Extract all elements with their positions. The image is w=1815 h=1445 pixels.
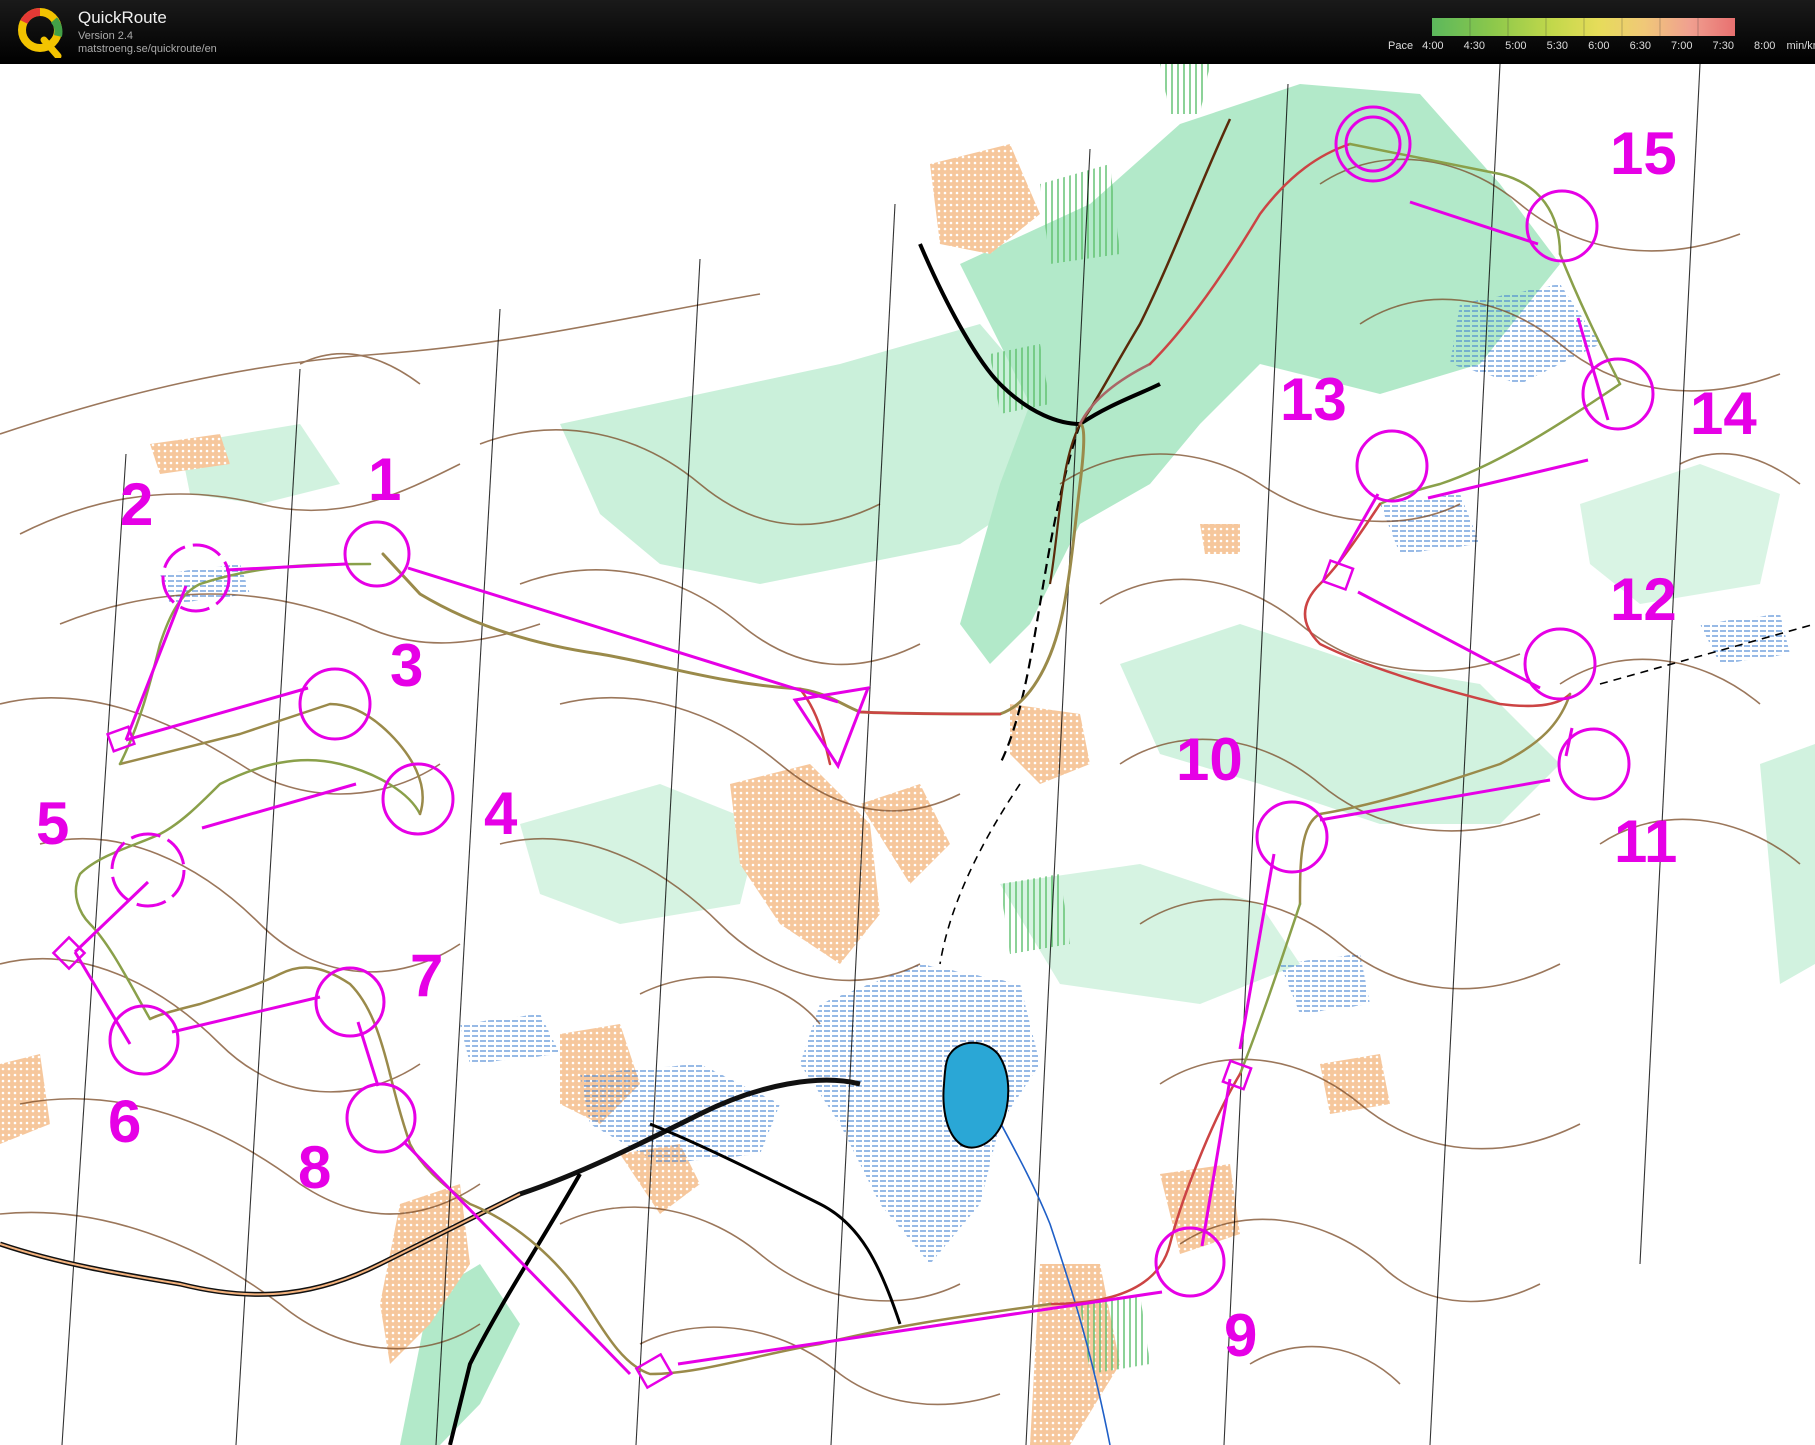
- pace-color-scale: [1432, 18, 1735, 36]
- control-number: 13: [1280, 366, 1347, 433]
- app-version: Version 2.4: [78, 30, 134, 42]
- pace-unit: min/km: [1786, 40, 1815, 52]
- pace-tick: 6:30: [1629, 40, 1651, 52]
- control-number: 11: [1614, 808, 1677, 875]
- pace-tick: 7:00: [1671, 40, 1693, 52]
- control-number: 12: [1610, 566, 1677, 633]
- lake: [942, 1041, 1010, 1149]
- pace-tick: 8:00: [1754, 40, 1776, 52]
- pace-scale-labels: Pace 4:00 4:30 5:00 5:30 6:00 6:30 7:00 …: [1388, 40, 1815, 52]
- control-number: 10: [1176, 726, 1243, 793]
- control-number: 1: [368, 446, 401, 513]
- quickroute-logo-icon: [18, 8, 63, 58]
- control-number: 2: [120, 471, 153, 538]
- pace-tick: 6:00: [1588, 40, 1610, 52]
- app-header: QuickRoute Version 2.4 matstroeng.se/qui…: [0, 0, 1815, 64]
- control-number: 7: [410, 942, 443, 1009]
- control-number: 6: [108, 1088, 141, 1155]
- control-number: 14: [1690, 380, 1757, 447]
- pace-tick: 5:00: [1505, 40, 1527, 52]
- app-url: matstroeng.se/quickroute/en: [78, 43, 217, 55]
- control-number: 15: [1610, 120, 1677, 187]
- pace-label: Pace: [1388, 40, 1414, 52]
- control-number: 3: [390, 632, 423, 699]
- pace-tick: 7:30: [1712, 40, 1734, 52]
- pace-tick: 4:30: [1463, 40, 1486, 52]
- control-number: 4: [484, 780, 518, 847]
- orienteering-map[interactable]: 1 2 3 4 5 6 7 8 9 10 11 12 13 14 15: [0, 64, 1815, 1445]
- control-number: 9: [1224, 1302, 1257, 1369]
- control-number: 8: [298, 1134, 331, 1201]
- pace-tick: 4:00: [1422, 40, 1444, 52]
- control-number: 5: [36, 790, 69, 857]
- app-title: QuickRoute: [78, 8, 167, 27]
- pace-tick: 5:30: [1546, 40, 1569, 52]
